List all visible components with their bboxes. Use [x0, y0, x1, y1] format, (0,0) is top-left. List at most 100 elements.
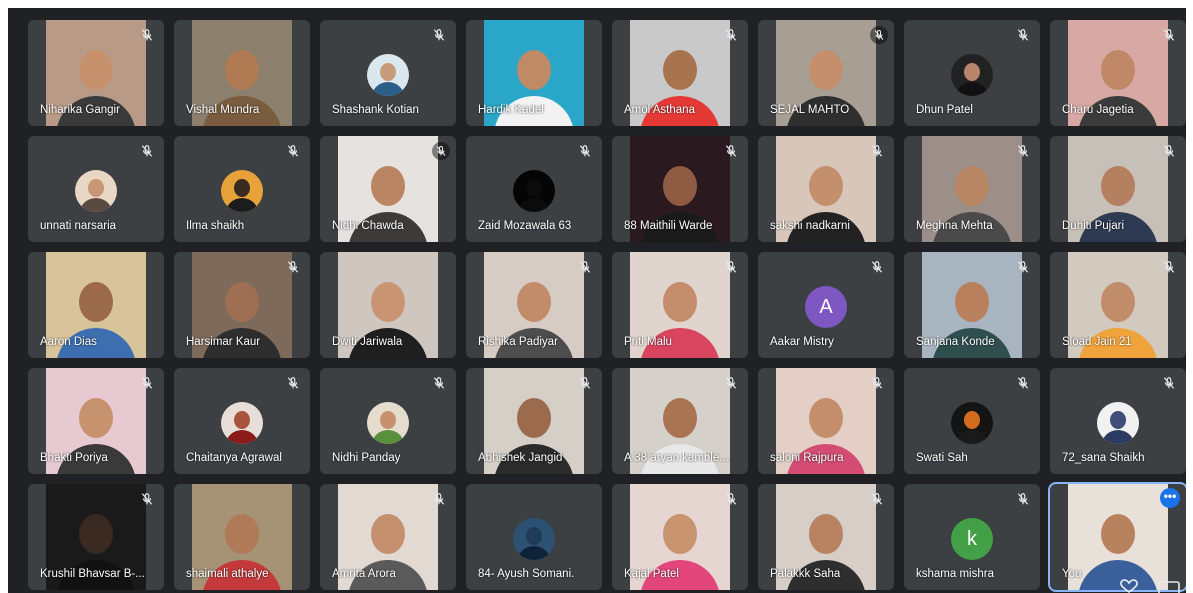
person-silhouette-head [371, 165, 405, 206]
more-options-button[interactable]: ••• [1160, 488, 1180, 508]
profile-avatar [1097, 402, 1139, 444]
participant-tile-vishal-mundra[interactable]: Vishal Mundra [174, 20, 310, 126]
person-silhouette-head [225, 49, 259, 90]
mic-off-icon [1162, 260, 1176, 274]
profile-avatar [951, 54, 993, 96]
participant-tile-charu-jagetia[interactable]: Charu Jagetia [1050, 20, 1186, 126]
mic-off-icon [724, 144, 738, 158]
mic-off-icon [724, 376, 738, 390]
participant-tile-aakar-mistry[interactable]: A Aakar Mistry [758, 252, 894, 358]
profile-avatar [951, 402, 993, 444]
person-silhouette-head [371, 281, 405, 322]
participant-tile-sejal-mahto[interactable]: SEJAL MAHTO [758, 20, 894, 126]
participant-tile-meghna-mehta[interactable]: Meghna Mehta [904, 136, 1040, 242]
participant-name: Palakkk Saha [770, 568, 841, 580]
participant-tile-swati-sah[interactable]: Swati Sah [904, 368, 1040, 474]
person-silhouette-head [1101, 165, 1135, 206]
participant-tile-chaitanya-agrawal[interactable]: Chaitanya Agrawal [174, 368, 310, 474]
mic-off-icon [870, 260, 884, 274]
reactions-icon[interactable] [1118, 579, 1140, 593]
participant-tile-priti-malu[interactable]: Priti Malu [612, 252, 748, 358]
participant-tile-shashank-kotian[interactable]: Shashank Kotian [320, 20, 456, 126]
participant-name: Dhun Patel [916, 104, 973, 116]
participant-name: Shashank Kotian [332, 104, 419, 116]
participant-tile-dwiti-jariwala[interactable]: Dwiti Jariwala [320, 252, 456, 358]
avatar-shoulders [517, 546, 551, 560]
avatar-shoulders [225, 198, 259, 212]
participant-name: kshama mishra [916, 568, 994, 580]
participant-tile-88-maithili-warde[interactable]: 88 Maithili Warde [612, 136, 748, 242]
person-silhouette-head [517, 397, 551, 438]
participant-name: 72_sana Shaikh [1062, 452, 1145, 464]
participant-tile-amol-asthana[interactable]: Amol Asthana [612, 20, 748, 126]
participant-tile-ilma-shaikh[interactable]: Ilma shaikh [174, 136, 310, 242]
participant-tile-sanjana-konde[interactable]: Sanjana Konde [904, 252, 1040, 358]
mic-off-icon [724, 260, 738, 274]
participant-tile-niharika-gangir[interactable]: Niharika Gangir [28, 20, 164, 126]
participant-tile-duhiti-pujari[interactable]: Duhiti Pujari [1050, 136, 1186, 242]
mic-off-icon [432, 492, 446, 506]
avatar-face [380, 411, 396, 429]
participant-tile-nidhi-chawda[interactable]: Nidhi Chawda [320, 136, 456, 242]
mic-off-icon [1016, 492, 1030, 506]
participant-tile-kajal-patel[interactable]: Kajal Patel [612, 484, 748, 590]
participant-tile-sakshi-nadkarni[interactable]: sakshi nadkarni [758, 136, 894, 242]
participant-name: Niharika Gangir [40, 104, 120, 116]
participant-tile-unnati-narsaria[interactable]: unnati narsaria [28, 136, 164, 242]
person-silhouette-head [225, 513, 259, 554]
mic-off-icon [870, 376, 884, 390]
participant-tile-sload-jain-21[interactable]: Sload Jain 21 [1050, 252, 1186, 358]
participant-tile-rishika-padiyar[interactable]: Rishika Padiyar [466, 252, 602, 358]
participant-name: Charu Jagetia [1062, 104, 1134, 116]
participant-tile-a-38-aryan-kamble[interactable]: A 38 aryan kamble... [612, 368, 748, 474]
participant-tile-72-sana-shaikh[interactable]: 72_sana Shaikh [1050, 368, 1186, 474]
participant-tile-palakkk-saha[interactable]: Palakkk Saha [758, 484, 894, 590]
mic-off-icon [286, 144, 300, 158]
mic-off-icon [870, 144, 884, 158]
person-silhouette-head [809, 49, 843, 90]
mic-off-icon [140, 144, 154, 158]
present-screen-icon[interactable] [1158, 581, 1180, 593]
participant-tile-nidhi-panday[interactable]: Nidhi Panday [320, 368, 456, 474]
participant-name: Swati Sah [916, 452, 968, 464]
participant-tile-abhishek-jangid[interactable]: Abhishek Jangid [466, 368, 602, 474]
participant-tile-84-ayush-somani[interactable]: 84- Ayush Somani. [466, 484, 602, 590]
mic-off-icon [140, 492, 154, 506]
participant-tile-you[interactable]: ••• You [1048, 482, 1186, 592]
participant-tile-zaid-mozawala-63[interactable]: Zaid Mozawala 63 [466, 136, 602, 242]
person-silhouette-head [371, 513, 405, 554]
avatar-shoulders [955, 82, 989, 96]
participant-tile-aaron-dias[interactable]: Aaron Dias [28, 252, 164, 358]
participant-tile-amrita-arora[interactable]: Amrita Arora [320, 484, 456, 590]
participant-name: Abhishek Jangid [478, 452, 563, 464]
profile-avatar [367, 54, 409, 96]
participant-tile-hardik-kadel[interactable]: Hardik Kadel [466, 20, 602, 126]
avatar-face [964, 63, 980, 81]
avatar-face [526, 179, 542, 197]
participant-name: sakshi nadkarni [770, 220, 850, 232]
participant-tile-krushil-bhavsar-b[interactable]: Krushil Bhavsar B-... [28, 484, 164, 590]
participant-name: Aaron Dias [40, 336, 97, 348]
meeting-grid-view: Niharika Gangir Vishal Mundra Shashank Kot… [8, 8, 1186, 593]
participant-name: Hardik Kadel [478, 104, 544, 116]
avatar-shoulders [517, 198, 551, 212]
participant-tile-saloni-rajpura[interactable]: saloni Rajpura [758, 368, 894, 474]
participant-name: Nidhi Chawda [332, 220, 404, 232]
participant-tile-harsimar-kaur[interactable]: Harsimar Kaur [174, 252, 310, 358]
person-silhouette-head [955, 281, 989, 322]
avatar-shoulders [371, 430, 405, 444]
screenshot-stage: Niharika Gangir Vishal Mundra Shashank Kot… [0, 0, 1193, 593]
mic-off-icon [578, 376, 592, 390]
person-silhouette-head [79, 49, 113, 90]
participant-tile-dhun-patel[interactable]: Dhun Patel [904, 20, 1040, 126]
profile-avatar [513, 518, 555, 560]
mic-off-icon [432, 28, 446, 42]
participant-name: Ilma shaikh [186, 220, 245, 232]
participant-tile-shaimali-athalye[interactable]: shaimali athalye [174, 484, 310, 590]
mic-off-icon [432, 376, 446, 390]
person-silhouette-head [663, 513, 697, 554]
person-silhouette-head [663, 49, 697, 90]
participant-tile-kshama-mishra[interactable]: k kshama mishra [904, 484, 1040, 590]
mic-off-icon [1016, 28, 1030, 42]
participant-tile-bhakti-poriya[interactable]: Bhakti Poriya [28, 368, 164, 474]
